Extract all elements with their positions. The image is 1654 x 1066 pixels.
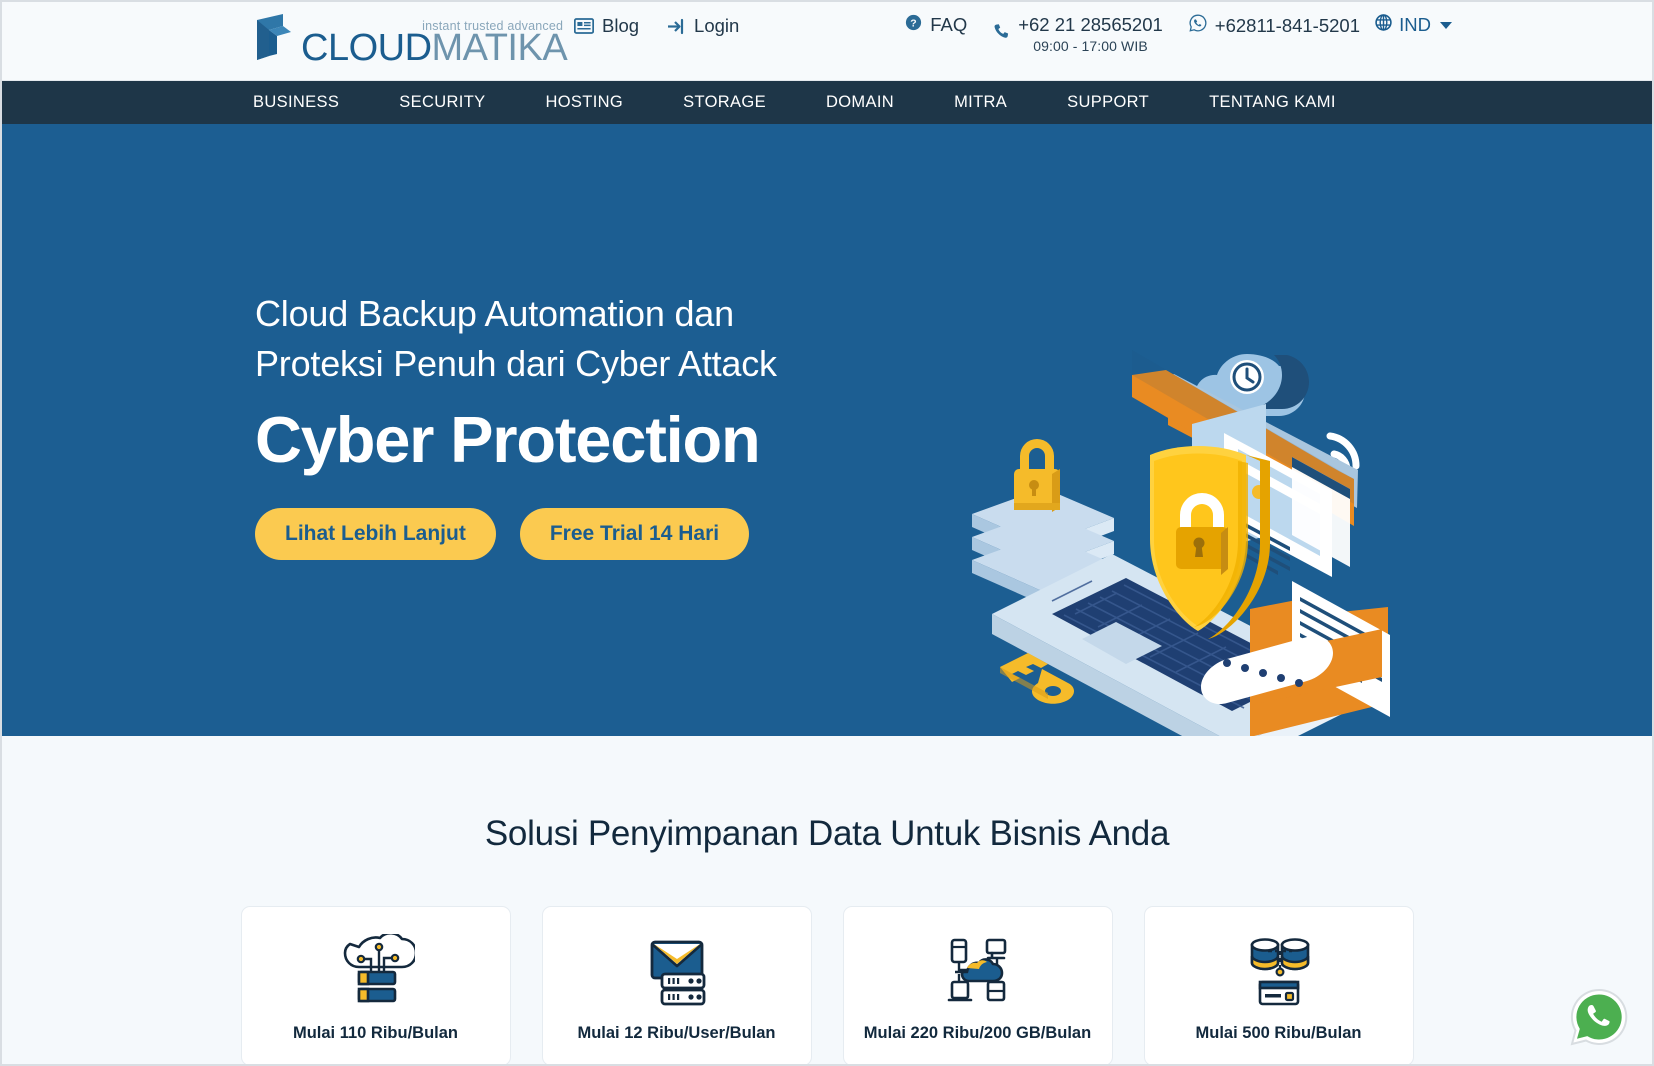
solution-card-email-server[interactable]: Mulai 12 Ribu/User/Bulan bbox=[541, 906, 812, 1064]
lihat-lebih-lanjut-button[interactable]: Lihat Lebih Lanjut bbox=[255, 507, 496, 560]
site-logo[interactable]: instant trusted advanced CLOUDMATIKA bbox=[253, 10, 568, 71]
phone-number: +62 21 28565201 bbox=[1018, 14, 1163, 35]
cyber-protection-illustration bbox=[942, 309, 1412, 736]
globe-icon bbox=[1375, 14, 1392, 36]
solution-card-label: Mulai 110 Ribu/Bulan bbox=[292, 1024, 459, 1042]
login-link[interactable]: Login bbox=[667, 15, 739, 37]
login-icon bbox=[667, 18, 686, 35]
section-title: Solusi Penyimpanan Data Untuk Bisnis And… bbox=[484, 814, 1170, 853]
whatsapp-number: +62811-841-5201 bbox=[1214, 14, 1360, 36]
nav-item-mitra[interactable]: MITRA bbox=[954, 93, 1007, 112]
page-root: instant trusted advanced CLOUDMATIKA Blo… bbox=[0, 0, 1654, 1066]
solution-card-label: Mulai 220 Ribu/200 GB/Bulan bbox=[863, 1024, 1092, 1042]
language-selector[interactable]: IND bbox=[1375, 14, 1452, 36]
logo-word-matika: MATIKA bbox=[431, 27, 568, 69]
hero-banner: Cloud Backup Automation dan Proteksi Pen… bbox=[2, 124, 1652, 736]
solution-card-label: Mulai 500 Ribu/Bulan bbox=[1195, 1024, 1362, 1042]
solution-card-cloud-network[interactable]: Mulai 220 Ribu/200 GB/Bulan bbox=[842, 906, 1113, 1064]
header-links: Blog Login bbox=[574, 15, 739, 37]
chevron-down-icon bbox=[1440, 21, 1452, 29]
whatsapp-icon bbox=[1189, 14, 1207, 37]
nav-item-domain[interactable]: DOMAIN bbox=[826, 93, 894, 112]
solution-cards: Mulai 110 Ribu/Bulan Mulai 12 Ribu/User/… bbox=[2, 906, 1652, 1064]
solution-card-cloud-server[interactable]: Mulai 110 Ribu/Bulan bbox=[240, 906, 511, 1064]
faq-label: FAQ bbox=[930, 14, 968, 35]
hero-subtitle-line2: Proteksi Penuh dari Cyber Attack bbox=[255, 342, 777, 384]
phone-hours: 09:00 - 17:00 WIB bbox=[1033, 38, 1148, 54]
header-contacts: ? FAQ +62 21 28565201 09:00 - 17:00 WIB bbox=[905, 14, 1360, 54]
hero-subtitle-line1: Cloud Backup Automation dan bbox=[255, 293, 734, 334]
hero-buttons: Lihat Lebih Lanjut Free Trial 14 Hari bbox=[255, 507, 895, 560]
blog-link[interactable]: Blog bbox=[574, 15, 639, 37]
nav-item-tentang-kami[interactable]: TENTANG KAMI bbox=[1209, 93, 1336, 112]
hero-title: Cyber Protection bbox=[255, 403, 761, 477]
solutions-section: Solusi Penyimpanan Data Untuk Bisnis And… bbox=[2, 736, 1652, 1064]
cloud-network-icon bbox=[935, 930, 1021, 1010]
solution-card-database-backup[interactable]: Mulai 500 Ribu/Bulan bbox=[1143, 906, 1414, 1064]
nav-item-support[interactable]: SUPPORT bbox=[1067, 93, 1149, 112]
faq-link[interactable]: ? FAQ bbox=[905, 14, 967, 36]
question-circle-icon: ? bbox=[905, 14, 922, 36]
nav-item-business[interactable]: BUSINESS bbox=[253, 93, 339, 112]
language-label: IND bbox=[1399, 14, 1431, 35]
logo-text: instant trusted advanced CLOUDMATIKA bbox=[301, 19, 568, 69]
blog-icon bbox=[574, 18, 594, 34]
solution-card-label: Mulai 12 Ribu/User/Bulan bbox=[577, 1024, 776, 1042]
whatsapp-float-icon[interactable] bbox=[1568, 986, 1630, 1048]
phone-icon bbox=[993, 23, 1010, 45]
nav-item-storage[interactable]: STORAGE bbox=[683, 93, 766, 112]
phone-contact[interactable]: +62 21 28565201 09:00 - 17:00 WIB bbox=[993, 14, 1163, 54]
nav-item-hosting[interactable]: HOSTING bbox=[545, 93, 623, 112]
svg-text:?: ? bbox=[910, 17, 916, 29]
nav-item-security[interactable]: SECURITY bbox=[399, 93, 485, 112]
blog-label: Blog bbox=[602, 15, 640, 36]
free-trial-button[interactable]: Free Trial 14 Hari bbox=[519, 507, 750, 560]
main-navigation: BUSINESS SECURITY HOSTING STORAGE DOMAIN… bbox=[2, 81, 1652, 124]
whatsapp-contact[interactable]: +62811-841-5201 bbox=[1189, 14, 1360, 37]
database-backup-icon bbox=[1236, 930, 1322, 1010]
top-header: instant trusted advanced CLOUDMATIKA Blo… bbox=[2, 2, 1652, 81]
login-label: Login bbox=[694, 15, 740, 36]
hero-copy: Cloud Backup Automation dan Proteksi Pen… bbox=[255, 289, 895, 560]
cloud-server-icon bbox=[333, 930, 419, 1010]
cloudmatika-logo-icon bbox=[253, 10, 301, 71]
email-server-icon bbox=[634, 930, 720, 1010]
logo-word-cloud: CLOUD bbox=[301, 27, 432, 69]
